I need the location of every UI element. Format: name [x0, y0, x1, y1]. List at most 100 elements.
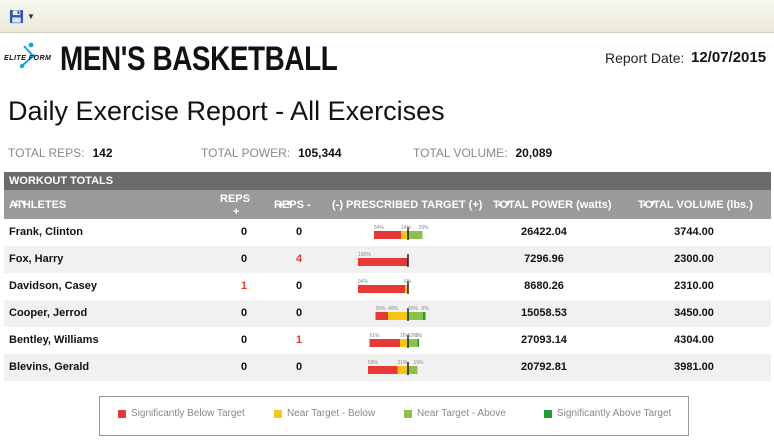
table-row: Cooper, Jerrod 0 0 15058.53 3450.00 25% 40% 30%…: [4, 300, 771, 327]
total-power-label: TOTAL POWER:: [201, 146, 291, 160]
target-segment: [408, 312, 423, 320]
athlete-name[interactable]: Fox, Harry: [9, 253, 63, 265]
athlete-name[interactable]: Bentley, Williams: [9, 334, 99, 346]
athlete-name[interactable]: Davidson, Casey: [9, 280, 97, 292]
save-menu-button[interactable]: ▼: [9, 7, 43, 25]
total-power-value: 27093.14: [521, 334, 567, 346]
reps-minus-value: 4: [295, 253, 303, 265]
target-segment: [397, 366, 408, 374]
report-date-value: 12/07/2015: [691, 49, 767, 66]
total-volume-value: 4304.00: [674, 334, 714, 346]
target-segment: [400, 339, 408, 347]
legend-swatch: [404, 409, 412, 418]
target-segment: [401, 231, 408, 239]
legend-item-near-below: Near Target - Below: [274, 408, 375, 419]
prescribed-target-bar: 61% 16%19%3%: [369, 333, 423, 348]
workout-totals-header: WORKOUT TOTALS: [4, 172, 771, 190]
target-segment: [375, 312, 388, 320]
prescribed-target-bar: 94% 6%: [358, 279, 412, 294]
target-percent-label: 29%: [419, 225, 430, 231]
total-reps-value: 142: [92, 146, 113, 160]
sort-icon[interactable]: ▲▼: [641, 199, 657, 208]
prescribed-target-bar: 54% 14% 29%: [374, 225, 430, 240]
chevron-down-icon[interactable]: ▼: [27, 12, 35, 21]
prescribed-target-bar: 100%: [358, 252, 409, 267]
target-segment: [417, 339, 419, 347]
total-power-value: 105,344: [298, 146, 342, 160]
legend-item-near-above: Near Target - Above: [404, 408, 506, 419]
athlete-name[interactable]: Cooper, Jerrod: [9, 307, 87, 319]
total-volume-value: 3744.00: [674, 226, 714, 238]
reps-minus-value: 0: [295, 226, 303, 238]
total-volume-value: 2300.00: [674, 253, 714, 265]
athlete-name[interactable]: Frank, Clinton: [9, 226, 83, 238]
sort-icon[interactable]: ▲▼: [277, 199, 293, 208]
athlete-name[interactable]: Blevins, Gerald: [9, 361, 89, 373]
total-reps-label: TOTAL REPS:: [8, 146, 85, 160]
total-power-value: 8680.26: [524, 280, 564, 292]
total-reps: TOTAL REPS: 142: [8, 146, 113, 160]
target-percent-label: 25%: [376, 306, 387, 312]
table-row: Bentley, Williams 0 1 27093.14 4304.00 61% 16%…: [4, 327, 771, 354]
reps-plus-value: 0: [240, 334, 248, 346]
target-percent-label: 59%: [368, 360, 379, 366]
legend-swatch: [118, 409, 126, 418]
sort-icon[interactable]: ▲▼: [12, 199, 28, 208]
reps-plus-value: 1: [240, 280, 248, 292]
target-percent-label: 3%: [415, 333, 423, 339]
reps-minus-value: 0: [295, 280, 303, 292]
total-power-value: 15058.53: [521, 307, 567, 319]
table-row: Fox, Harry 0 4 7296.96 2300.00 100%: [4, 246, 771, 273]
total-volume-value: 2310.00: [674, 280, 714, 292]
table-row: Blevins, Gerald 0 0 20792.81 3981.00 59% 21% 19…: [4, 354, 771, 381]
total-power-value: 7296.96: [524, 253, 564, 265]
prescribed-target-bar: 59% 21% 19%: [368, 360, 425, 375]
target-segment: [388, 312, 408, 320]
reps-minus-value: 0: [295, 307, 303, 319]
target-percent-label: 14%: [401, 225, 412, 231]
table-row: Davidson, Casey 1 0 8680.26 2310.00 94% 6%: [4, 273, 771, 300]
reps-plus-column-sign: +: [233, 206, 240, 218]
table-header: ATHLETES ▲▼ REPS + REPS - ▲▼ (-) PRESCRIBE…: [4, 190, 771, 219]
target-segment: [423, 312, 426, 320]
report-date-label: Report Date:: [605, 50, 685, 66]
floppy-disk-icon: [9, 9, 24, 23]
reps-plus-value: 0: [240, 307, 248, 319]
target-percent-label: 5%: [422, 306, 430, 312]
team-title: MEN'S BASKETBALL: [60, 40, 338, 78]
target-percent-label: 30%: [408, 306, 419, 312]
total-volume-value: 3981.00: [674, 361, 714, 373]
target-percent-label: 100%: [358, 252, 371, 258]
total-volume-value: 3450.00: [674, 307, 714, 319]
target-segment: [358, 258, 408, 266]
reps-plus-value: 0: [240, 253, 248, 265]
legend: Significantly Below Target Near Target -…: [99, 396, 689, 436]
target-percent-label: 94%: [358, 279, 369, 285]
reps-plus-value: 0: [240, 226, 248, 238]
target-percent-label: 21%: [398, 360, 409, 366]
target-percent-label: 54%: [374, 225, 385, 231]
target-segment: [358, 285, 405, 293]
logo-text: ELITE FORM: [4, 55, 52, 62]
target-percent-label: 19%: [414, 360, 425, 366]
sort-icon[interactable]: ▲▼: [496, 199, 512, 208]
total-volume: TOTAL VOLUME: 20,089: [413, 146, 552, 160]
total-power: TOTAL POWER: 105,344: [201, 146, 342, 160]
legend-item-significantly-above: Significantly Above Target: [544, 408, 671, 419]
target-segment: [368, 366, 398, 374]
target-segment: [369, 339, 400, 347]
report-title: Daily Exercise Report - All Exercises: [8, 96, 445, 126]
legend-swatch: [544, 409, 552, 418]
total-volume-label: TOTAL VOLUME:: [413, 146, 508, 160]
target-segment: [408, 231, 423, 239]
report-toolbar: ▼: [0, 0, 774, 33]
target-segment: [374, 231, 401, 239]
prescribed-target-bar: 25% 40% 30% 5%: [375, 306, 430, 321]
total-volume-value: 20,089: [515, 146, 553, 160]
target-percent-label: 40%: [388, 306, 399, 312]
reps-plus-column-header[interactable]: REPS: [220, 193, 250, 205]
target-column-header[interactable]: (-) PRESCRIBED TARGET (+): [332, 199, 482, 211]
total-power-value: 20792.81: [521, 361, 567, 373]
target-segment: [408, 339, 418, 347]
table-row: Frank, Clinton 0 0 26422.04 3744.00 54% 14% 29%: [4, 219, 771, 246]
